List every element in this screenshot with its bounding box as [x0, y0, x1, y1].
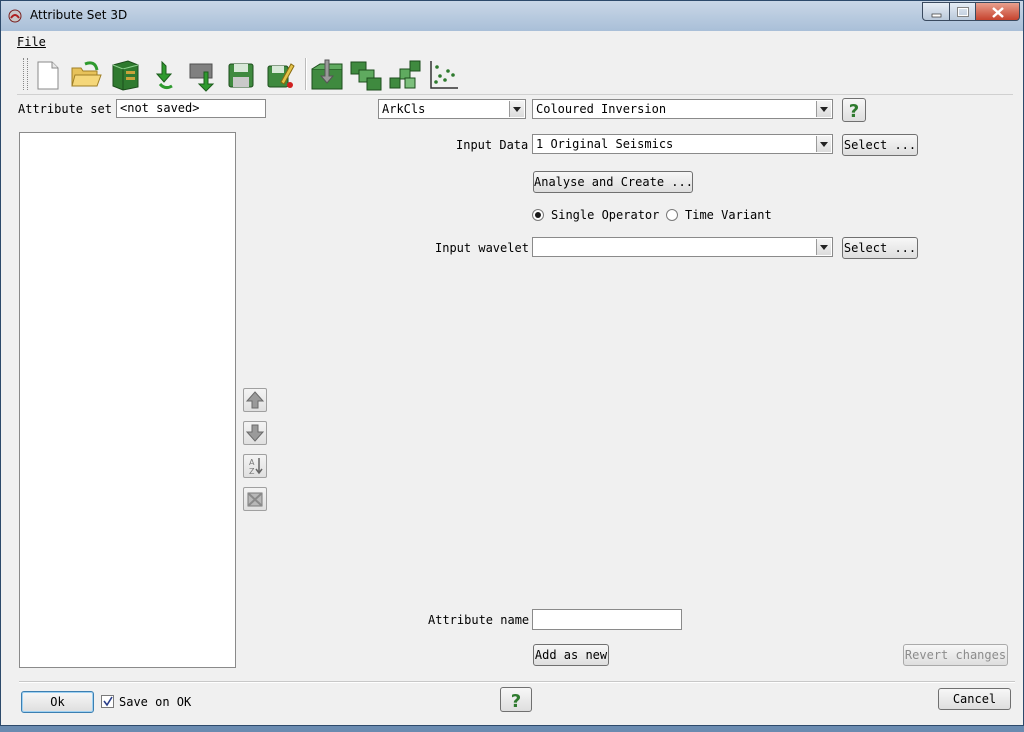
input-wavelet-label: Input wavelet	[435, 241, 529, 255]
attribute-group-combo[interactable]: ArkCls	[378, 99, 526, 119]
time-variant-label[interactable]: Time Variant	[685, 208, 772, 222]
close-icon	[992, 7, 1004, 18]
attribute-name-label: Attribute name	[428, 613, 530, 627]
open-folder-icon[interactable]	[69, 58, 103, 92]
close-button[interactable]	[975, 2, 1020, 21]
analyse-and-create-button[interactable]: Analyse and Create ...	[533, 171, 693, 193]
arrow-up-icon	[245, 391, 265, 409]
svg-text:?: ?	[511, 691, 521, 711]
save-as-icon[interactable]	[263, 58, 297, 92]
scatter-plot-icon[interactable]	[426, 58, 460, 92]
input-data-select-button[interactable]: Select ...	[842, 134, 918, 156]
revert-changes-button[interactable]: Revert changes	[903, 644, 1008, 666]
help-icon: ?	[849, 101, 859, 122]
attribute-name-input[interactable]	[532, 609, 682, 630]
footer-divider	[19, 681, 1015, 683]
svg-text:Z: Z	[249, 467, 255, 476]
input-wavelet-select-button[interactable]: Select ...	[842, 237, 918, 259]
maximize-button[interactable]	[949, 2, 976, 21]
single-operator-label[interactable]: Single Operator	[551, 208, 659, 222]
remove-button[interactable]	[243, 487, 267, 511]
toolbar-separator	[305, 58, 307, 90]
app-icon	[8, 9, 22, 23]
input-data-label: Input Data	[456, 138, 529, 152]
sort-button[interactable]: A Z	[243, 454, 267, 478]
input-data-combo[interactable]: 1 Original Seismics	[532, 134, 833, 154]
import-icon[interactable]	[186, 58, 220, 92]
input-data-value: 1 Original Seismics	[536, 137, 674, 151]
menu-file[interactable]: File	[17, 35, 46, 49]
toolbar-handle[interactable]	[23, 58, 28, 90]
svg-text:A: A	[249, 458, 255, 467]
move-down-button[interactable]	[243, 421, 267, 445]
chevron-down-icon[interactable]	[816, 136, 831, 152]
attribute-set-window: Attribute Set 3D File Attribute set <not…	[0, 0, 1024, 726]
save-icon[interactable]	[224, 58, 258, 92]
minimize-button[interactable]	[922, 2, 950, 21]
chevron-down-icon[interactable]	[816, 101, 831, 117]
attribute-list[interactable]	[19, 132, 236, 668]
title-bar[interactable]: Attribute Set 3D	[1, 1, 1023, 31]
help-button[interactable]: ?	[842, 98, 866, 122]
new-file-icon[interactable]	[31, 58, 65, 92]
cancel-button[interactable]: Cancel	[938, 688, 1011, 710]
save-on-ok-checkbox[interactable]	[101, 695, 114, 708]
toolbar	[17, 54, 1013, 95]
ok-button[interactable]: Ok	[21, 691, 94, 713]
remove-icon	[247, 492, 263, 507]
help-icon: ?	[511, 691, 521, 712]
arrow-down-icon	[245, 424, 265, 442]
window-title: Attribute Set 3D	[30, 8, 128, 22]
single-operator-radio[interactable]	[532, 209, 544, 221]
sort-az-icon: A Z	[249, 458, 263, 476]
attribute-type-value: Coloured Inversion	[536, 102, 667, 116]
merge-sets-icon[interactable]	[349, 58, 383, 92]
attribute-set-input[interactable]: <not saved>	[116, 99, 266, 118]
import-attributes-icon[interactable]	[310, 58, 344, 92]
attribute-set-label: Attribute set	[18, 102, 112, 116]
maximize-icon	[957, 7, 969, 17]
footer-help-button[interactable]: ?	[500, 687, 532, 712]
attribute-group-value: ArkCls	[382, 102, 426, 116]
reload-icon[interactable]	[148, 58, 182, 92]
chevron-down-icon[interactable]	[816, 239, 831, 255]
menu-bar: File	[9, 32, 1015, 52]
chevron-down-icon[interactable]	[509, 101, 524, 117]
input-wavelet-combo[interactable]	[532, 237, 833, 257]
attribute-type-combo[interactable]: Coloured Inversion	[532, 99, 833, 119]
flow-icon[interactable]	[388, 58, 422, 92]
svg-text:?: ?	[849, 101, 859, 121]
time-variant-radio[interactable]	[666, 209, 678, 221]
minimize-icon	[931, 13, 942, 18]
checkmark-icon	[103, 696, 113, 707]
database-icon[interactable]	[108, 58, 142, 92]
add-as-new-button[interactable]: Add as new	[533, 644, 609, 666]
save-on-ok-label[interactable]: Save on OK	[119, 695, 191, 709]
move-up-button[interactable]	[243, 388, 267, 412]
